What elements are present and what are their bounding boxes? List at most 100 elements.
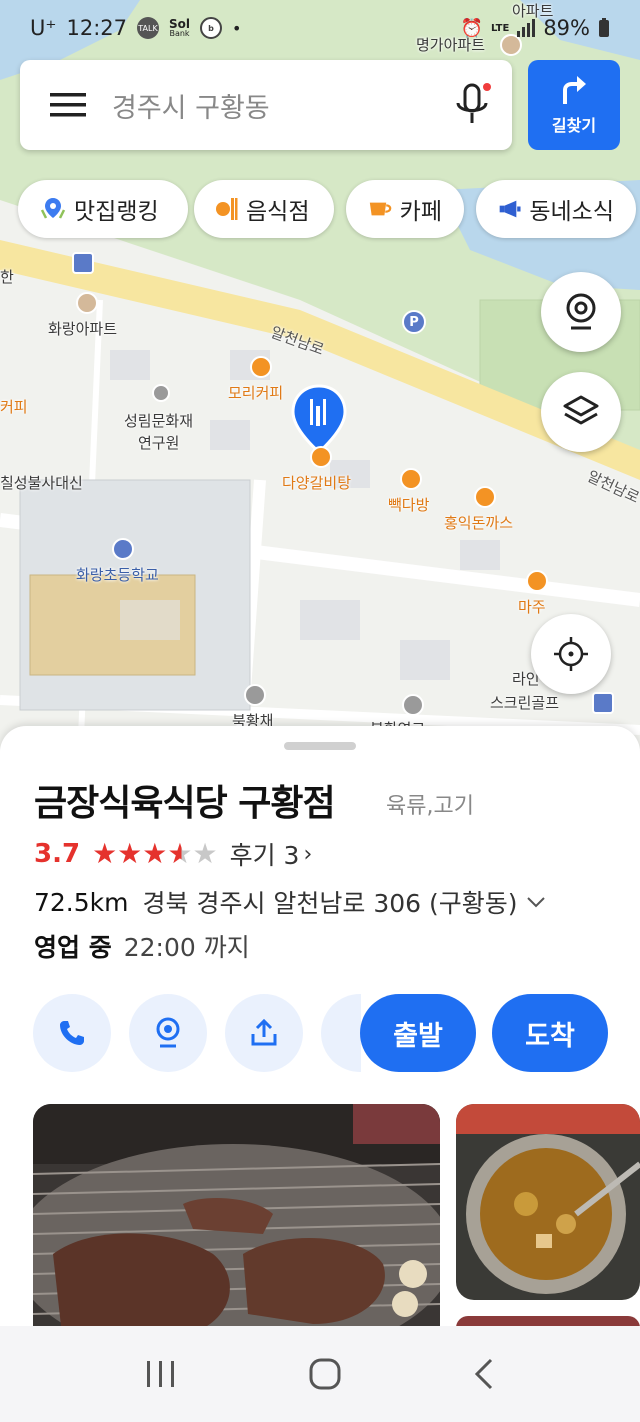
directions-label: 길찾기 [551, 116, 597, 135]
battery-icon [599, 18, 609, 37]
depart-button[interactable]: 출발 [360, 994, 476, 1072]
map-label-hongik[interactable]: 홍익돈까스 [444, 512, 513, 533]
place-photo-more[interactable] [456, 1316, 640, 1326]
share-icon [251, 1018, 277, 1046]
system-navigation-bar [0, 1326, 640, 1422]
address: 경북 경주시 알천남로 306 (구황동) [142, 889, 518, 918]
map-label-cut-2: 한 [0, 268, 14, 286]
bus-stop-icon[interactable] [592, 692, 614, 714]
business-hours: 22:00 까지 [123, 933, 250, 962]
hours-row: 영업 중 22:00 까지 [34, 928, 250, 964]
distance: 72.5km [34, 887, 129, 917]
map-label-chilseong: 칠성불사대신 [0, 474, 83, 492]
turn-arrow-icon [563, 76, 586, 104]
status-bar: U⁺ 12:27 TALK Sol Bank b • ⏰ LTE 89% [0, 0, 640, 56]
apartment-icon [76, 292, 98, 314]
layers-icon [563, 395, 599, 425]
parking-icon: P [402, 310, 426, 334]
cafe-icon[interactable] [250, 356, 272, 378]
map-label-seongrim-2: 연구원 [138, 434, 180, 452]
search-bar[interactable]: 경주시 구황동 [20, 60, 512, 150]
chip-ranking[interactable]: 맛집랭킹 [18, 180, 188, 238]
chevron-right-icon[interactable]: › [303, 842, 312, 867]
cafe-icon[interactable] [400, 468, 422, 490]
place-name: 금장식육식당 구황점 [34, 783, 336, 824]
map-label-school: 화랑초등학교 [76, 566, 159, 584]
place-photo-soup[interactable] [456, 1104, 640, 1300]
microphone-icon[interactable] [452, 81, 492, 129]
call-button[interactable] [33, 994, 111, 1072]
kakaotalk-icon: TALK [137, 17, 159, 39]
school-icon [112, 538, 134, 560]
back-icon[interactable] [473, 1357, 495, 1391]
chip-restaurant[interactable]: 음식점 [194, 180, 334, 238]
star-icon: ★ [142, 837, 168, 870]
rating-value: 3.7 [34, 839, 81, 869]
megaphone-icon [499, 200, 521, 218]
b-app-icon: b [200, 17, 222, 39]
alarm-icon: ⏰ [460, 17, 483, 39]
share-button[interactable] [225, 994, 303, 1072]
street-view-icon [156, 1017, 180, 1048]
rating-row: 3.7 ★ ★ ★ ★ ★ 후기 3 › [34, 836, 312, 872]
star-icon: ★ [117, 837, 143, 870]
map-label-seongrim: 성림문화재 [124, 412, 194, 430]
restaurant-icon [216, 198, 238, 220]
place-category: 육류,고기 [386, 794, 474, 819]
search-input[interactable]: 경주시 구황동 [112, 86, 452, 125]
directions-button[interactable]: 길찾기 [528, 60, 620, 150]
street-view-button[interactable] [541, 272, 621, 352]
chip-cafe[interactable]: 카페 [346, 180, 464, 238]
map-label-mori-cafe[interactable]: 모리커피 [228, 382, 283, 403]
recent-apps-icon[interactable] [145, 1359, 177, 1389]
map-label-maju[interactable]: 마주 [518, 596, 546, 617]
cafe-icon[interactable] [526, 570, 548, 592]
star-icon: ★ [92, 837, 118, 870]
lodging-icon [402, 694, 424, 716]
map-label-hwarang-apt: 화랑아파트 [48, 320, 118, 338]
sol-bank-icon: Sol Bank [169, 17, 190, 38]
chip-label: 음식점 [246, 199, 310, 225]
street-view-camera-icon [566, 293, 596, 330]
place-photo-grill[interactable] [33, 1104, 440, 1326]
building-icon [152, 384, 170, 402]
ranking-pin-icon [40, 198, 66, 219]
clock: 12:27 [66, 16, 127, 40]
map-layers-button[interactable] [541, 372, 621, 452]
menu-icon[interactable] [50, 91, 86, 119]
chip-neighborhood-news[interactable]: 동네소식 [476, 180, 636, 238]
chevron-down-icon[interactable] [526, 895, 546, 909]
reviews-link[interactable]: 후기 3 [230, 836, 300, 872]
more-actions-button[interactable] [321, 994, 361, 1072]
star-empty-icon: ★ [192, 837, 218, 870]
chip-label: 맛집랭킹 [74, 199, 159, 225]
map-label-cut: 커피 [0, 398, 28, 416]
crosshair-icon [554, 637, 588, 671]
home-icon[interactable] [308, 1357, 342, 1391]
address-row[interactable]: 72.5km 경북 경주시 알천남로 306 (구황동) [34, 884, 546, 920]
battery-percent: 89% [543, 16, 590, 40]
chip-label: 카페 [399, 199, 442, 225]
arrive-button[interactable]: 도착 [492, 994, 608, 1072]
map-label-ppaek[interactable]: 빽다방 [388, 494, 429, 515]
grilled-meat-photo [33, 1104, 440, 1326]
phone-icon [60, 1021, 84, 1045]
star-half-icon: ★ [167, 837, 193, 870]
open-status: 영업 중 [34, 933, 112, 962]
carrier-label: U⁺ [30, 16, 57, 40]
street-view-button[interactable] [129, 994, 207, 1072]
map-label-screen-golf: 스크린골프 [490, 694, 560, 712]
map-label-dayang[interactable]: 다양갈비탕 [282, 472, 351, 493]
lodging-icon [244, 684, 266, 706]
restaurant-icon[interactable] [474, 486, 496, 508]
restaurant-icon[interactable] [310, 446, 332, 468]
chip-label: 동네소식 [529, 199, 614, 225]
cafe-cup-icon [369, 202, 392, 216]
bus-stop-icon[interactable] [72, 252, 94, 274]
signal-icon [517, 19, 536, 37]
stew-photo [456, 1104, 640, 1300]
current-location-button[interactable] [531, 614, 611, 694]
notification-dot: • [232, 18, 242, 38]
drag-handle[interactable] [284, 742, 356, 750]
place-detail-sheet[interactable]: 금장식육식당 구황점 육류,고기 3.7 ★ ★ ★ ★ ★ 후기 3 › 72… [0, 726, 640, 1326]
